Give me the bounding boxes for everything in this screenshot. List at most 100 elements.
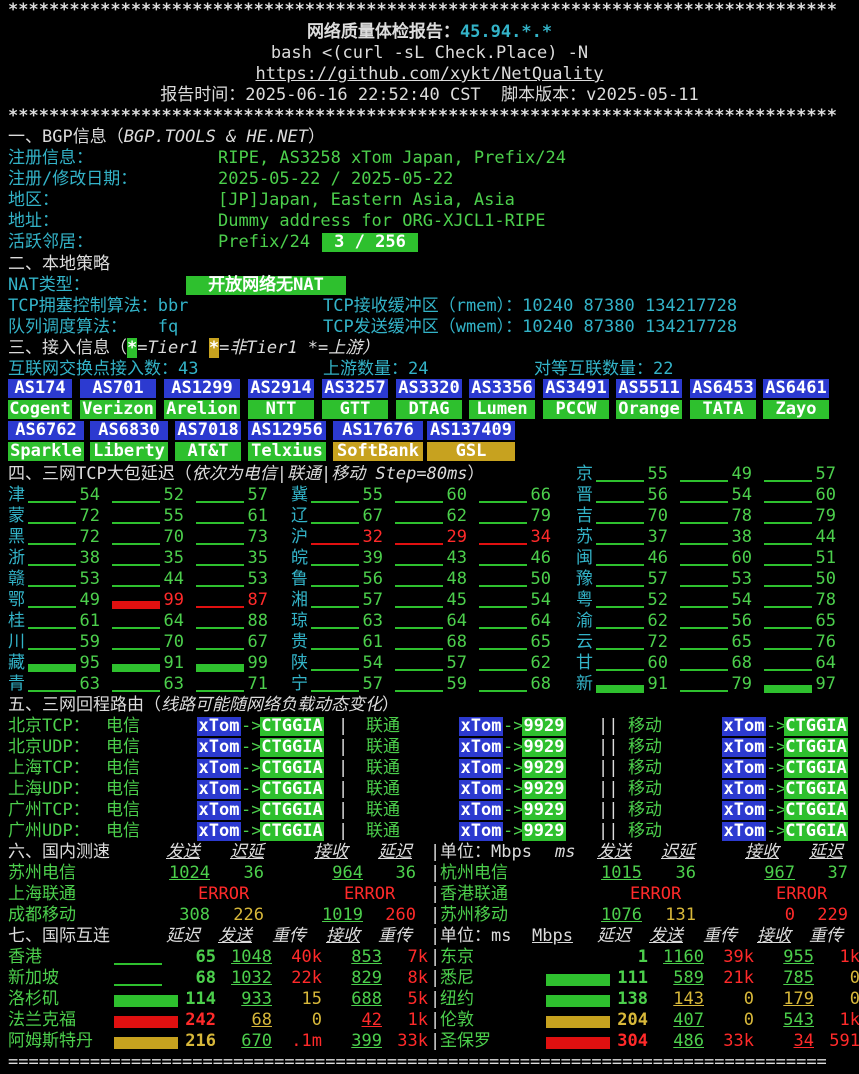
report-time: 报告时间：2025-06-16 22:52:40 CST 脚本版本：v2025-… — [160, 85, 699, 105]
latency-value: 65 — [731, 632, 752, 652]
intl-latency: 65 — [195, 947, 216, 967]
latency-value: 65 — [530, 632, 551, 652]
command-line: bash <(curl -sL Check.Place) -N — [270, 43, 589, 63]
intl-recv: 543 — [783, 1010, 814, 1030]
latency-value: 78 — [731, 506, 752, 526]
as-number: AS6762 — [8, 421, 84, 440]
route-hop-2: CTGGIA — [784, 737, 848, 757]
col-header: 接收 — [757, 926, 791, 946]
latency-bar — [311, 543, 359, 545]
domestic-heading: 六、国内测速 — [8, 842, 110, 862]
route-arrow: -> — [503, 758, 524, 778]
route-hop-2: 9929 — [522, 737, 566, 757]
intl-retrans-2: 7k — [407, 947, 428, 967]
latency-bar — [28, 564, 76, 566]
latency-value: 99 — [163, 590, 184, 610]
speed-send: 1076 — [601, 905, 642, 925]
terminal-window: ****************************************… — [0, 0, 859, 1074]
nat-badge: 开放网络无NAT — [186, 276, 346, 295]
province-name: 闽 — [576, 548, 593, 568]
intl-name: 伦敦 — [440, 1010, 474, 1030]
route-hop-1: xTom — [722, 737, 766, 757]
latency-bar — [596, 627, 644, 629]
latency-bar — [596, 685, 644, 693]
intl-retrans-1: 21k — [723, 968, 754, 988]
latency-bar — [479, 543, 527, 545]
as-number: AS6830 — [90, 421, 168, 440]
intl-latency: 114 — [185, 989, 216, 1009]
column-divider: | — [430, 989, 441, 1009]
as-number: AS6453 — [690, 379, 756, 398]
route-isp: 联通 — [366, 758, 400, 778]
route-hop-2: CTGGIA — [260, 821, 324, 841]
latency-value: 64 — [446, 611, 467, 631]
latency-value: 59 — [79, 632, 100, 652]
latency-bar — [596, 585, 644, 587]
title-text: 网络质量体检报告： — [306, 22, 460, 42]
province-name: 藏 — [8, 653, 25, 673]
intl-name: 洛杉矶 — [8, 989, 59, 1009]
latency-bar — [596, 564, 644, 566]
col-header: 接收 — [745, 842, 779, 862]
latency-value: 32 — [362, 527, 383, 547]
latency-heading-text: 四、三网TCP大包延迟（ — [8, 464, 192, 484]
latency-value: 34 — [530, 527, 551, 547]
route-hop-1: xTom — [459, 821, 503, 841]
latency-bar — [112, 543, 160, 545]
latency-value: 52 — [163, 485, 184, 505]
province-name: 鲁 — [291, 569, 308, 589]
as-name: DTAG — [396, 400, 462, 419]
province-name: 新 — [576, 674, 593, 694]
latency-bar — [596, 543, 644, 545]
route-isp: 移动 — [628, 716, 662, 736]
latency-bar — [28, 664, 76, 672]
route-hop-1: xTom — [722, 758, 766, 778]
latency-bar — [596, 501, 644, 503]
intl-retrans-2: 591 — [829, 1031, 859, 1051]
speed-send: 1015 — [601, 863, 642, 883]
intl-retrans-1: 33k — [723, 1031, 754, 1051]
province-name: 津 — [8, 485, 25, 505]
route-hop-1: xTom — [197, 716, 241, 736]
latency-bar — [311, 585, 359, 587]
latency-bar — [479, 564, 527, 566]
intl-recv: 34 — [793, 1031, 814, 1051]
legend-tier1: =Tier1 — [137, 338, 209, 358]
province-name: 沪 — [291, 527, 308, 547]
latency-bar — [311, 501, 359, 503]
latency-value: 61 — [247, 506, 268, 526]
latency-value: 57 — [247, 485, 268, 505]
latency-bar — [596, 480, 644, 482]
route-hop-1: xTom — [459, 737, 503, 757]
latency-bar — [395, 669, 443, 671]
as-name: NTT — [248, 400, 314, 419]
intl-retrans-2: 33k — [397, 1031, 428, 1051]
intl-latency: 216 — [185, 1031, 216, 1051]
latency-bar — [28, 606, 76, 608]
bgp-value: Prefix/24 — [218, 232, 321, 252]
route-separator: || — [598, 821, 619, 841]
latency-value: 61 — [362, 632, 383, 652]
speed-delay-1: 36 — [675, 863, 696, 883]
route-hop-2: CTGGIA — [260, 737, 324, 757]
column-divider: | — [430, 1031, 441, 1051]
intl-send: 670 — [241, 1031, 272, 1051]
latency-bar — [395, 585, 443, 587]
latency-value: 54 — [79, 485, 100, 505]
route-isp: 电信 — [106, 758, 140, 778]
latency-bar — [764, 522, 812, 524]
route-isp: 电信 — [106, 716, 140, 736]
latency-bar — [596, 669, 644, 671]
latency-bar — [764, 543, 812, 545]
latency-value: 62 — [647, 611, 668, 631]
latency-bar — [112, 664, 160, 672]
route-arrow: -> — [503, 779, 524, 799]
route-isp: 联通 — [366, 716, 400, 736]
latency-bar — [196, 585, 244, 587]
access-heading: 三、接入信息（*=Tier1 *=非Tier1 *=上游） — [8, 338, 379, 359]
intl-latency-bar — [114, 963, 162, 965]
as-name: SoftBank — [333, 442, 423, 461]
latency-value: 76 — [815, 632, 836, 652]
intl-name: 纽约 — [440, 989, 474, 1009]
github-link[interactable]: https://github.com/xykt/NetQuality — [0, 64, 859, 85]
